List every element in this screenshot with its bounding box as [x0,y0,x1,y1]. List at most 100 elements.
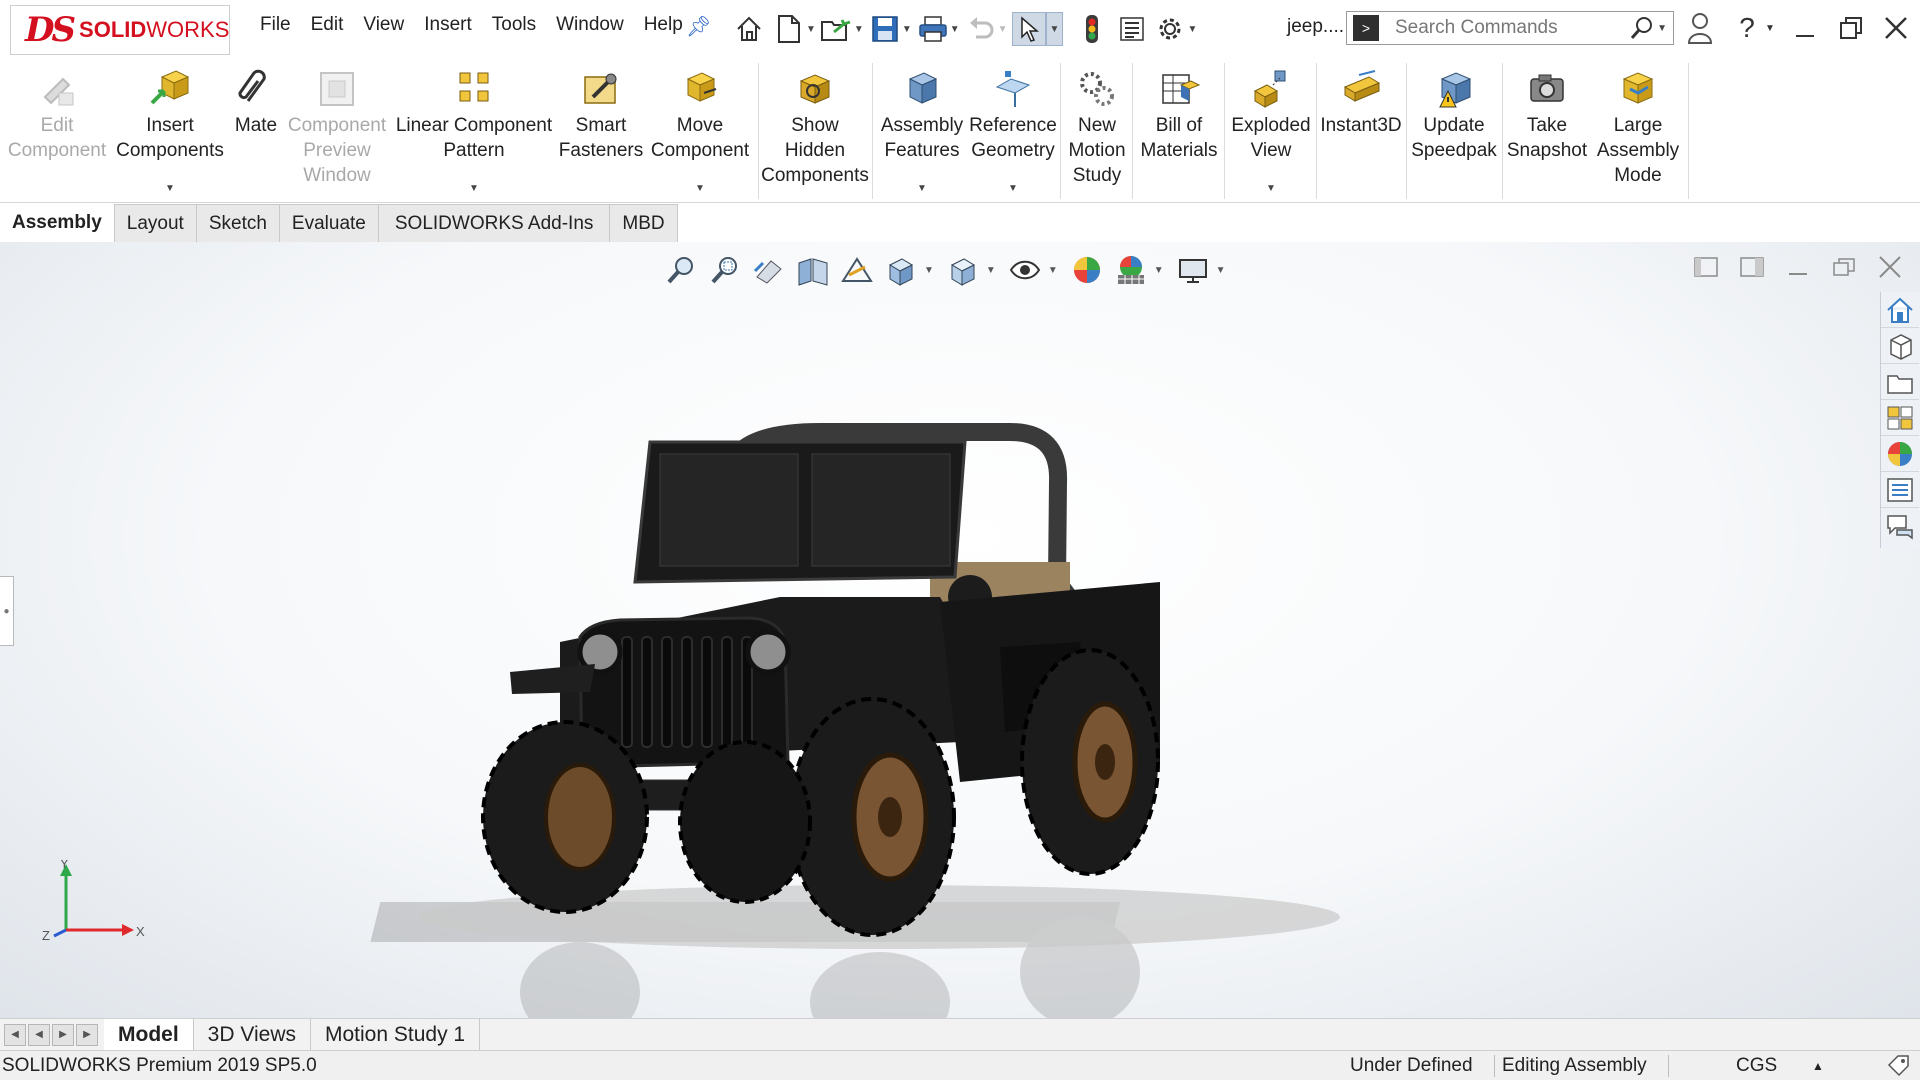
edit-appearance-icon[interactable] [1066,250,1108,290]
menu-help[interactable]: Help [634,14,693,36]
instant3d-button[interactable]: Instant3D [1318,57,1404,203]
close-document-icon[interactable] [1872,252,1908,282]
undo-dropdown-icon[interactable]: ▼ [998,24,1008,35]
units-menu-icon[interactable]: ▲ [1812,1059,1824,1073]
smart-fasteners-button[interactable]: Smart Fasteners [559,57,643,203]
user-account-icon[interactable] [1684,10,1716,46]
solidworks-resources-home-icon[interactable] [1881,292,1919,328]
move-component-button[interactable]: Move Component ▼ [642,57,758,203]
open-dropdown-icon[interactable]: ▼ [854,24,864,35]
feature-manager-expand-handle[interactable]: ● [0,576,14,646]
scroll-first-icon[interactable]: ◀ [4,1023,26,1046]
tab-layout[interactable]: Layout [114,204,197,242]
file-properties-icon[interactable] [1115,12,1149,46]
restore-window-icon[interactable] [1836,10,1866,46]
select-dropdown-icon[interactable]: ▼ [1045,12,1064,46]
design-library-icon[interactable] [1881,328,1919,364]
open-document-icon[interactable] [820,12,854,46]
exploded-view-dropdown-icon[interactable]: ▼ [1266,176,1276,201]
rebuild-icon[interactable] [1075,12,1109,46]
view-palette-icon[interactable] [1881,400,1919,436]
view-settings-dropdown-icon[interactable]: ▼ [1216,265,1226,276]
appearances-scenes-icon[interactable] [1881,436,1919,472]
hide-show-items-icon[interactable] [1004,250,1046,290]
reference-geometry-button[interactable]: Reference Geometry ▼ [966,57,1060,203]
select-pointer-icon[interactable] [1011,12,1046,46]
search-dropdown-icon[interactable]: ▼ [1657,23,1667,34]
help-icon[interactable]: ? [1732,10,1762,46]
large-assembly-mode-button[interactable]: Large Assembly Mode [1592,57,1684,203]
linear-pattern-dropdown-icon[interactable]: ▼ [469,176,479,201]
close-window-icon[interactable] [1880,10,1912,46]
pin-menu-icon[interactable]: 📌︎ [686,14,711,39]
reference-geometry-dropdown-icon[interactable]: ▼ [1008,176,1018,201]
linear-component-pattern-button[interactable]: Linear Component Pattern ▼ [390,57,558,203]
tab-assembly[interactable]: Assembly [0,204,115,242]
search-icon[interactable] [1627,13,1657,43]
menu-file[interactable]: File [250,14,301,36]
zoom-to-fit-icon[interactable] [660,250,702,290]
menu-window[interactable]: Window [546,14,634,36]
menu-view[interactable]: View [353,14,414,36]
tab-3d-views[interactable]: 3D Views [194,1019,311,1050]
save-dropdown-icon[interactable]: ▼ [902,24,912,35]
help-dropdown-icon[interactable]: ▼ [1762,10,1778,46]
tab-evaluate[interactable]: Evaluate [279,204,379,242]
display-style-dropdown-icon[interactable]: ▼ [986,265,996,276]
tab-mbd[interactable]: MBD [610,204,678,242]
edit-component-button[interactable]: Edit Component [4,57,110,203]
restore-document-icon[interactable] [1826,252,1862,282]
solidworks-logo[interactable]: DS SOLIDWORKS [10,5,230,55]
apply-scene-dropdown-icon[interactable]: ▼ [1154,265,1164,276]
show-hidden-components-button[interactable]: Show Hidden Components [760,57,870,203]
minimize-document-icon[interactable] [1780,252,1816,282]
previous-view-icon[interactable] [748,250,790,290]
search-commands[interactable]: > Search Commands ▼ [1346,11,1674,45]
apply-scene-icon[interactable] [1110,250,1152,290]
print-icon[interactable] [916,12,950,46]
custom-properties-icon[interactable] [1881,472,1919,508]
view-orientation-icon[interactable] [880,250,922,290]
move-component-dropdown-icon[interactable]: ▼ [695,176,705,201]
update-speedpak-button[interactable]: Update Speedpak [1408,57,1500,203]
take-snapshot-button[interactable]: Take Snapshot [1504,57,1590,203]
section-view-icon[interactable] [792,250,834,290]
file-explorer-icon[interactable] [1881,364,1919,400]
graphics-area[interactable]: ▼ ▼ ▼ ▼ ▼ ● Y X Z [0,242,1920,1018]
tab-solidworks-add-ins[interactable]: SOLIDWORKS Add-Ins [378,204,611,242]
menu-tools[interactable]: Tools [482,14,546,36]
save-icon[interactable] [868,12,902,46]
bill-of-materials-button[interactable]: Bill of Materials [1134,57,1224,203]
scroll-prev-icon[interactable]: ◀ [28,1023,50,1046]
exploded-view-button[interactable]: Exploded View ▼ [1226,57,1316,203]
component-preview-window-button[interactable]: Component Preview Window [284,57,390,203]
insert-components-button[interactable]: Insert Components ▼ [112,57,228,203]
view-orientation-dropdown-icon[interactable]: ▼ [924,265,934,276]
new-document-icon[interactable] [772,12,806,46]
menu-insert[interactable]: Insert [414,14,482,36]
new-dropdown-icon[interactable]: ▼ [806,24,816,35]
options-dropdown-icon[interactable]: ▼ [1187,24,1197,35]
tab-motion-study-1[interactable]: Motion Study 1 [311,1019,481,1050]
print-dropdown-icon[interactable]: ▼ [950,24,960,35]
solidworks-forum-icon[interactable] [1881,508,1919,544]
tab-model[interactable]: Model [104,1019,194,1050]
home-icon[interactable] [732,12,766,46]
jeep-assembly-model[interactable] [360,382,1440,1018]
tile-horizontal-icon[interactable] [1688,252,1724,282]
display-style-icon[interactable] [942,250,984,290]
mate-button[interactable]: Mate [228,57,284,203]
assembly-features-button[interactable]: Assembly Features ▼ [874,57,970,203]
menu-edit[interactable]: Edit [301,14,354,36]
insert-components-dropdown-icon[interactable]: ▼ [165,176,175,201]
dynamic-annotation-views-icon[interactable] [836,250,878,290]
status-units[interactable]: CGS [1736,1055,1777,1077]
options-gear-icon[interactable] [1153,12,1187,46]
zoom-to-area-icon[interactable] [704,250,746,290]
scroll-last-icon[interactable]: ▶ [76,1023,98,1046]
view-settings-icon[interactable] [1172,250,1214,290]
tab-sketch[interactable]: Sketch [196,204,280,242]
tile-vertical-icon[interactable] [1734,252,1770,282]
scroll-next-icon[interactable]: ▶ [52,1023,74,1046]
new-motion-study-button[interactable]: New Motion Study [1062,57,1132,203]
